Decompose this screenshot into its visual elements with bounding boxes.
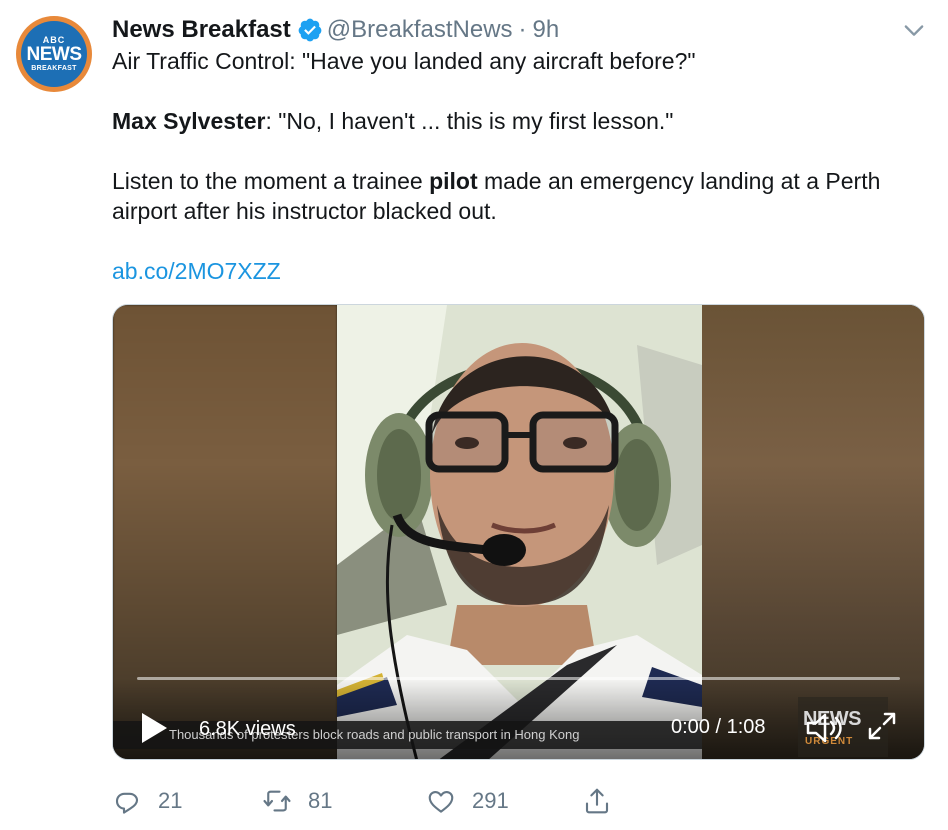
like-button[interactable]: 291 <box>426 783 509 819</box>
fullscreen-icon[interactable] <box>865 709 899 743</box>
video-player[interactable]: Thousands of protesters block roads and … <box>112 304 925 760</box>
reply-button[interactable]: 21 <box>112 783 182 819</box>
video-scrubber[interactable] <box>137 677 900 680</box>
retweet-button[interactable]: 81 <box>262 783 332 819</box>
avatar-sub-text: BREAKFAST <box>31 65 77 72</box>
hashtag-pilot: pilot <box>429 168 478 194</box>
avatar[interactable]: ABC NEWS BREAKFAST <box>16 16 92 92</box>
tweet-line-1: Air Traffic Control: "Have you landed an… <box>112 48 696 74</box>
speaker-name: Max Sylvester <box>112 108 266 134</box>
tweet-actions: 21 81 291 <box>112 783 632 819</box>
view-count: 6.8K views <box>199 718 296 740</box>
share-icon <box>585 788 609 814</box>
tweet-timestamp[interactable]: 9h <box>533 16 560 44</box>
video-time: 0:00 / 1:08 <box>671 716 766 738</box>
tweet-line-2: Max Sylvester: "No, I haven't ... this i… <box>112 106 922 136</box>
avatar-news-text: NEWS <box>26 44 83 65</box>
tweet-header: News Breakfast @BreakfastNews · 9h <box>112 14 559 46</box>
avatar-logo: ABC NEWS BREAKFAST <box>21 21 87 87</box>
speaker-quote: : "No, I haven't ... this is my first le… <box>265 108 674 134</box>
line3-pre: Listen to the moment a trainee <box>112 168 430 194</box>
tweet-line-3: Listen to the moment a trainee pilot mad… <box>112 166 922 226</box>
retweet-icon <box>263 790 291 812</box>
account-handle[interactable]: @BreakfastNews <box>327 16 513 44</box>
like-count: 291 <box>472 788 509 813</box>
retweet-count: 81 <box>308 788 333 813</box>
play-icon[interactable] <box>139 711 169 745</box>
separator-dot: · <box>518 16 527 43</box>
display-name[interactable]: News Breakfast <box>112 16 291 44</box>
volume-icon[interactable] <box>805 711 845 745</box>
reply-count: 21 <box>158 788 183 813</box>
like-icon <box>428 790 454 813</box>
article-link[interactable]: ab.co/2MO7XZZ <box>112 258 281 284</box>
tweet-text: Air Traffic Control: "Have you landed an… <box>112 46 922 286</box>
share-button[interactable] <box>582 783 628 819</box>
reply-icon <box>115 792 139 814</box>
verified-badge-icon <box>297 17 323 43</box>
chevron-down-icon[interactable] <box>900 16 928 44</box>
